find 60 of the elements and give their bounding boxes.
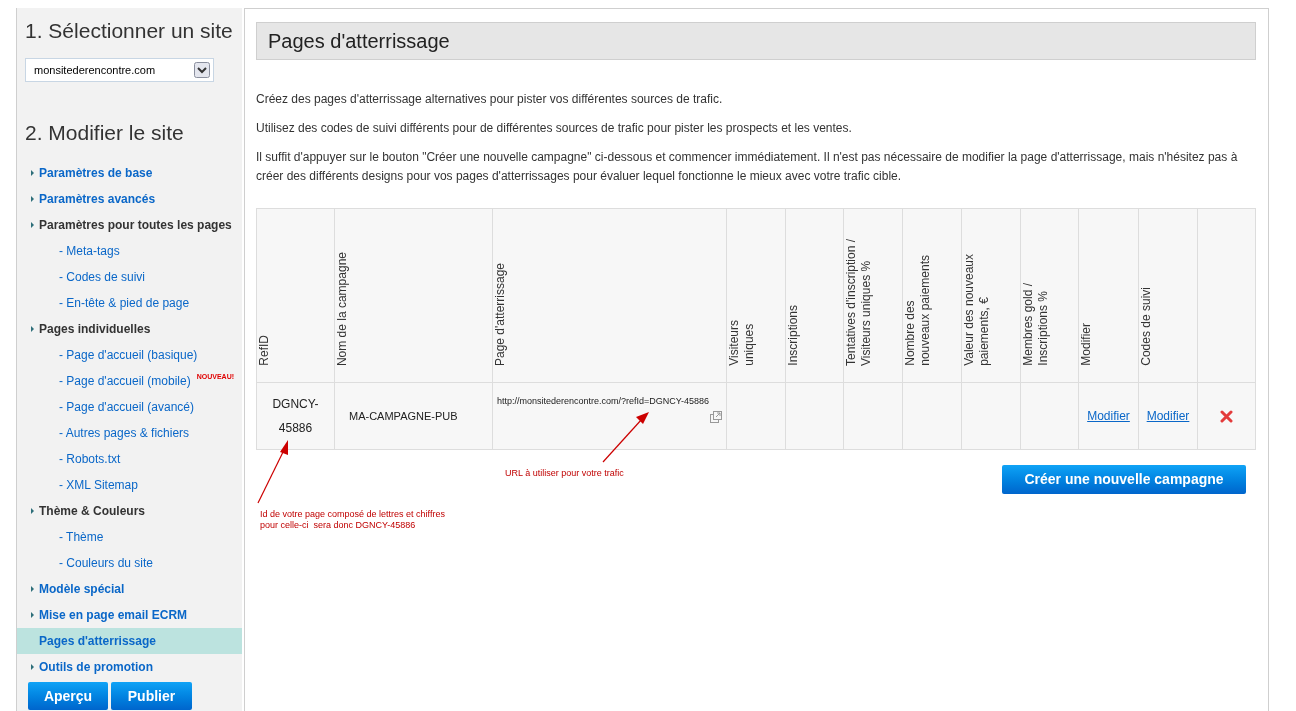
nav-link[interactable]: - Page d'accueil (basique) [59, 346, 198, 364]
column-header: Tentatives d'inscription / Visiteurs uniques % [844, 238, 874, 366]
column-header: Valeur des nouveaux paiements, € [962, 254, 992, 366]
annotation-arrow [257, 440, 288, 504]
column-header: Codes de suivi [1139, 287, 1154, 366]
section-title: 1. Sélectionner un site [25, 18, 234, 44]
triangle-icon [31, 508, 34, 514]
nav-link[interactable]: - En-tête & pied de page [59, 294, 190, 312]
edit-link[interactable]: Modifier [1087, 409, 1130, 423]
column-header: Visiteurs uniques [727, 320, 757, 366]
external-link-icon[interactable] [710, 410, 722, 423]
table-cell-text: DGNCY- 45886 [271, 398, 320, 434]
paragraph: Il suffit d'appuyer sur le bouton "Créer une nouvelle campagne" ci-dessous et commencer immédiatement. Il n'est pas nécessaire de modifier la page d'atterrissage, mais n'hésitez pas à créer des différents designs pour vos pages d'atterrissages pour évaluer lequel fonctionne le mieux avec votre trafic cible. [256, 149, 1239, 185]
column-header: Nombre des nouveaux paiements [903, 255, 933, 366]
nav-link[interactable]: - Page d'accueil (mobile) [59, 372, 191, 390]
column-header: Modifier [1079, 323, 1094, 366]
nav-group-label: Paramètres pour toutes les pages [39, 217, 232, 234]
paragraph: Créez des pages d'atterrissage alternatives pour pister vos différentes sources de trafic. [256, 91, 724, 108]
annotation-arrow [602, 412, 649, 463]
site-select[interactable]: monsitederencontre.com [25, 58, 214, 82]
nav-link[interactable]: - Thème [59, 528, 104, 546]
url-text: http://monsitederencontre.com/?refId=DGNCY-45886 [497, 395, 711, 408]
page-title: Pages d'atterrissage [256, 22, 1256, 60]
column-header: Membres gold / Inscriptions % [1021, 283, 1051, 366]
triangle-icon [31, 326, 34, 332]
column-header: Nom de la campagne [335, 251, 350, 366]
annotation-text: Id de votre page composé de lettres et chiffres pour celle-ci sera donc DGNCY-45886 [260, 509, 445, 531]
nav-group-label: Pages individuelles [39, 321, 151, 338]
column-header: Inscriptions [786, 305, 801, 366]
create-campaign-button[interactable]: Créer une nouvelle campagne [1002, 465, 1246, 494]
triangle-icon [31, 170, 34, 176]
triangle-icon [31, 664, 34, 670]
nav-link[interactable]: - Page d'accueil (avancé) [59, 398, 195, 416]
triangle-icon [31, 222, 34, 228]
column-header: Page d'atterrissage [493, 262, 508, 366]
nav-link[interactable]: - Robots.txt [59, 450, 121, 468]
nav-group-label: Thème & Couleurs [39, 503, 146, 520]
triangle-icon [31, 612, 34, 618]
column-header: RefID [257, 335, 272, 366]
table-cell: MA-CAMPAGNE-PUB [349, 410, 458, 422]
triangle-icon [31, 196, 34, 202]
triangle-icon [31, 586, 34, 592]
nav-link[interactable]: - Meta-tags [59, 242, 120, 260]
nav-link[interactable]: Paramètres de base [39, 164, 153, 182]
delete-icon[interactable] [1220, 409, 1233, 423]
paragraph: Utilisez des codes de suivi différents pour de différentes sources de trafic pour pister les prospects et les ventes. [256, 120, 853, 137]
nav-link[interactable]: Modèle spécial [39, 580, 125, 598]
annotation-text: URL à utiliser pour votre trafic [505, 467, 624, 480]
publish-button[interactable]: Publier [111, 682, 192, 710]
nav-link[interactable]: Outils de promotion [39, 658, 153, 676]
preview-button[interactable]: Aperçu [28, 682, 108, 710]
nav-link[interactable]: - Codes de suivi [59, 268, 146, 286]
nav-link[interactable]: - XML Sitemap [59, 476, 138, 494]
nav-link[interactable]: - Autres pages & fichiers [59, 424, 190, 442]
nav-link[interactable]: - Couleurs du site [59, 554, 154, 572]
nav-link[interactable]: Paramètres avancés [39, 190, 156, 208]
sidebar-item-selected[interactable]: Pages d'atterrissage [17, 628, 242, 654]
edit-link[interactable]: Modifier [1146, 409, 1190, 423]
section-title: 2. Modifier le site [25, 120, 185, 146]
nav-link[interactable]: Mise en page email ECRM [39, 606, 188, 624]
